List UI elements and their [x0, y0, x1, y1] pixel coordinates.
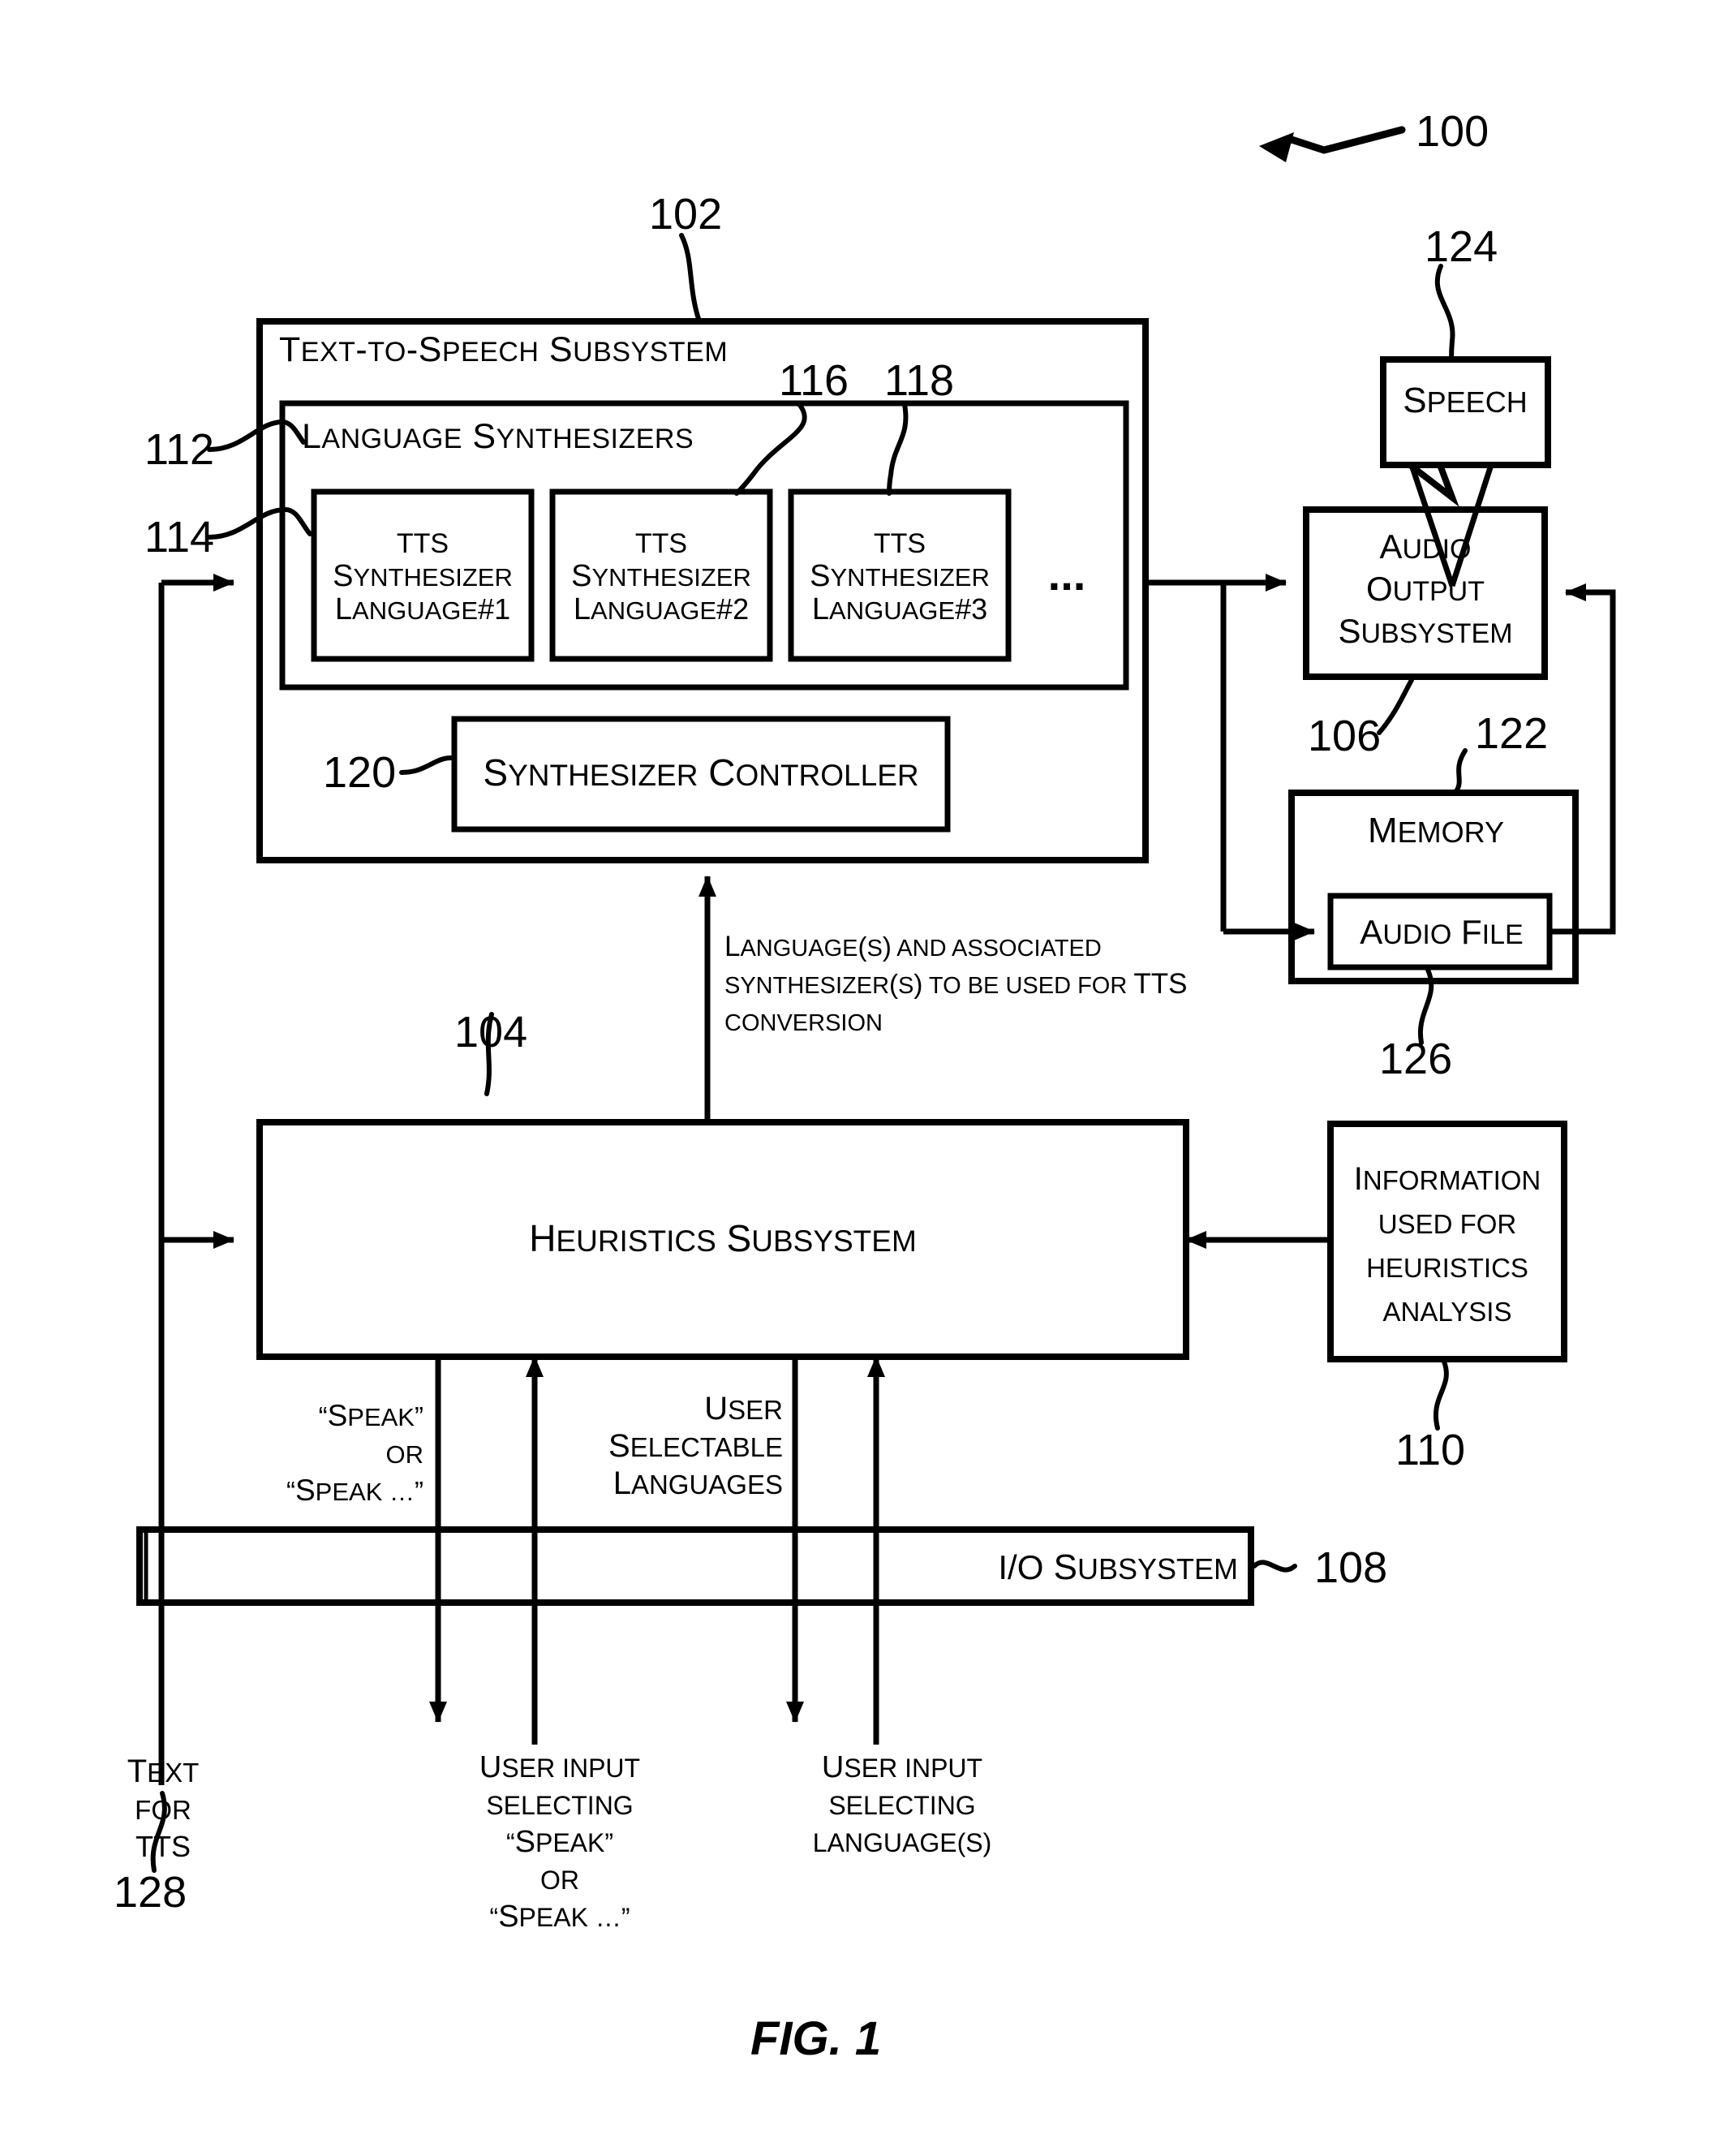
ref-118: 118 [884, 356, 954, 405]
ref-104: 104 [454, 1008, 527, 1056]
annotation-speak-or: “SPEAK” OR “SPEAK …” [286, 1399, 423, 1507]
speak-or-line3: “SPEAK …” [286, 1474, 423, 1507]
uis-line5: “SPEAK …” [490, 1900, 630, 1934]
usl-line3: LANGUAGES [613, 1465, 783, 1501]
uil-line3: LANGUAGE(S) [813, 1828, 991, 1857]
lead-110 [1434, 1359, 1449, 1431]
heuristics-info-label: INFORMATION USED FOR HEURISTICS ANALYSIS [1354, 1161, 1541, 1327]
ref-128: 128 [114, 1868, 187, 1917]
heuristics-subsystem-title: HEURISTICS SUBSYSTEM [529, 1217, 917, 1259]
annotation-text-for-tts: TEXT FOR TTS [127, 1754, 200, 1863]
synth-2-line2: SYNTHESIZER [571, 559, 751, 593]
synth-2-line3: LANGUAGE#2 [574, 592, 749, 626]
synthesizer-labels: TTS SYNTHESIZER LANGUAGE#1 TTS SYNTHESIZ… [333, 528, 990, 626]
lead-106 [1377, 678, 1414, 735]
ref-108: 108 [1314, 1543, 1387, 1592]
synth-1-line3: LANGUAGE#1 [335, 592, 510, 626]
io-subsystem-label: I/O SUBSYSTEM [998, 1547, 1238, 1587]
speech-label: SPEECH [1403, 381, 1527, 420]
lead-120 [399, 755, 453, 775]
annotation-user-input-language: USER INPUT SELECTING LANGUAGE(S) [813, 1750, 991, 1857]
hi-line2: USED FOR [1378, 1209, 1517, 1239]
figure-caption: FIG. 1 [750, 2012, 881, 2065]
lang-synth-line1: LANGUAGE(S) AND ASSOCIATED [724, 931, 1102, 962]
audio-output-subsystem-label: AUDIO OUTPUT SUBSYSTEM [1338, 527, 1512, 650]
tft-line3: TTS [135, 1830, 191, 1863]
ref-102: 102 [649, 190, 722, 239]
ref-122: 122 [1475, 709, 1548, 758]
synth-3-line3: LANGUAGE#3 [812, 592, 987, 626]
synth-1-line2: SYNTHESIZER [333, 559, 513, 593]
lead-124 [1434, 264, 1455, 362]
synth-3-line1: TTS [874, 528, 926, 559]
speech-bubble-tail [1408, 463, 1494, 587]
lead-118 [887, 402, 909, 496]
usl-line1: USER [704, 1391, 783, 1427]
uil-line2: SELECTING [828, 1791, 975, 1820]
tft-line1: TEXT [127, 1754, 200, 1789]
ref-116: 116 [779, 356, 849, 405]
synth-3-line2: SYNTHESIZER [810, 559, 990, 593]
synth-1-line1: TTS [397, 528, 449, 559]
speak-or-line1: “SPEAK” [319, 1399, 423, 1432]
lead-102 [679, 233, 702, 324]
patent-figure: 100 102 124 116 118 112 114 120 106 122 … [0, 0, 1728, 2156]
uis-line4: OR [540, 1866, 579, 1895]
ref-110: 110 [1395, 1426, 1465, 1474]
lang-synth-line3: CONVERSION [724, 1010, 883, 1036]
aos-line3: SUBSYSTEM [1338, 612, 1512, 650]
uis-line1: USER INPUT [479, 1750, 640, 1784]
ref-120: 120 [323, 748, 396, 797]
lead-108 [1252, 1560, 1297, 1573]
annotation-user-input-speak: USER INPUT SELECTING “SPEAK” OR “SPEAK …… [479, 1750, 640, 1934]
tft-line2: FOR [135, 1795, 191, 1825]
tts-subsystem-title: TEXT-TO-SPEECH SUBSYSTEM [279, 330, 728, 369]
annotation-language-synth: LANGUAGE(S) AND ASSOCIATED SYNTHESIZER(S… [724, 931, 1187, 1036]
synthesizers-ellipsis: ... [1048, 549, 1086, 600]
hi-line1: INFORMATION [1354, 1161, 1541, 1197]
synth-2-line1: TTS [635, 528, 687, 559]
speak-or-line2: OR [386, 1440, 424, 1469]
lead-116 [734, 402, 807, 496]
hi-line3: HEURISTICS [1366, 1253, 1528, 1283]
uis-line3: “SPEAK” [506, 1825, 613, 1859]
aos-line2: OUTPUT [1366, 570, 1485, 608]
uil-line1: USER INPUT [822, 1750, 982, 1784]
language-synthesizers-title: LANGUAGE SYNTHESIZERS [302, 417, 694, 456]
ref-106: 106 [1308, 712, 1381, 760]
ref-114: 114 [144, 513, 214, 562]
usl-line2: SELECTABLE [608, 1428, 783, 1464]
ref-126: 126 [1379, 1035, 1452, 1083]
uis-line2: SELECTING [486, 1791, 633, 1820]
lead-122 [1454, 748, 1468, 794]
ref-124: 124 [1425, 222, 1498, 271]
ref-100: 100 [1416, 107, 1489, 156]
hi-line4: ANALYSIS [1383, 1297, 1512, 1327]
ref-112: 112 [144, 425, 214, 474]
arrow-audiofile-to-audio-output [1550, 583, 1616, 935]
lang-synth-line2: SYNTHESIZER(S) TO BE USED FOR TTS [724, 968, 1187, 1000]
lead-100-arrowhead [1259, 132, 1294, 162]
memory-label: MEMORY [1368, 811, 1504, 850]
annotation-user-selectable-languages: USER SELECTABLE LANGUAGES [608, 1391, 783, 1501]
aos-line1: AUDIO [1379, 527, 1471, 566]
synthesizer-controller-title: SYNTHESIZER CONTROLLER [483, 751, 918, 794]
audio-file-label: AUDIO FILE [1360, 913, 1523, 951]
